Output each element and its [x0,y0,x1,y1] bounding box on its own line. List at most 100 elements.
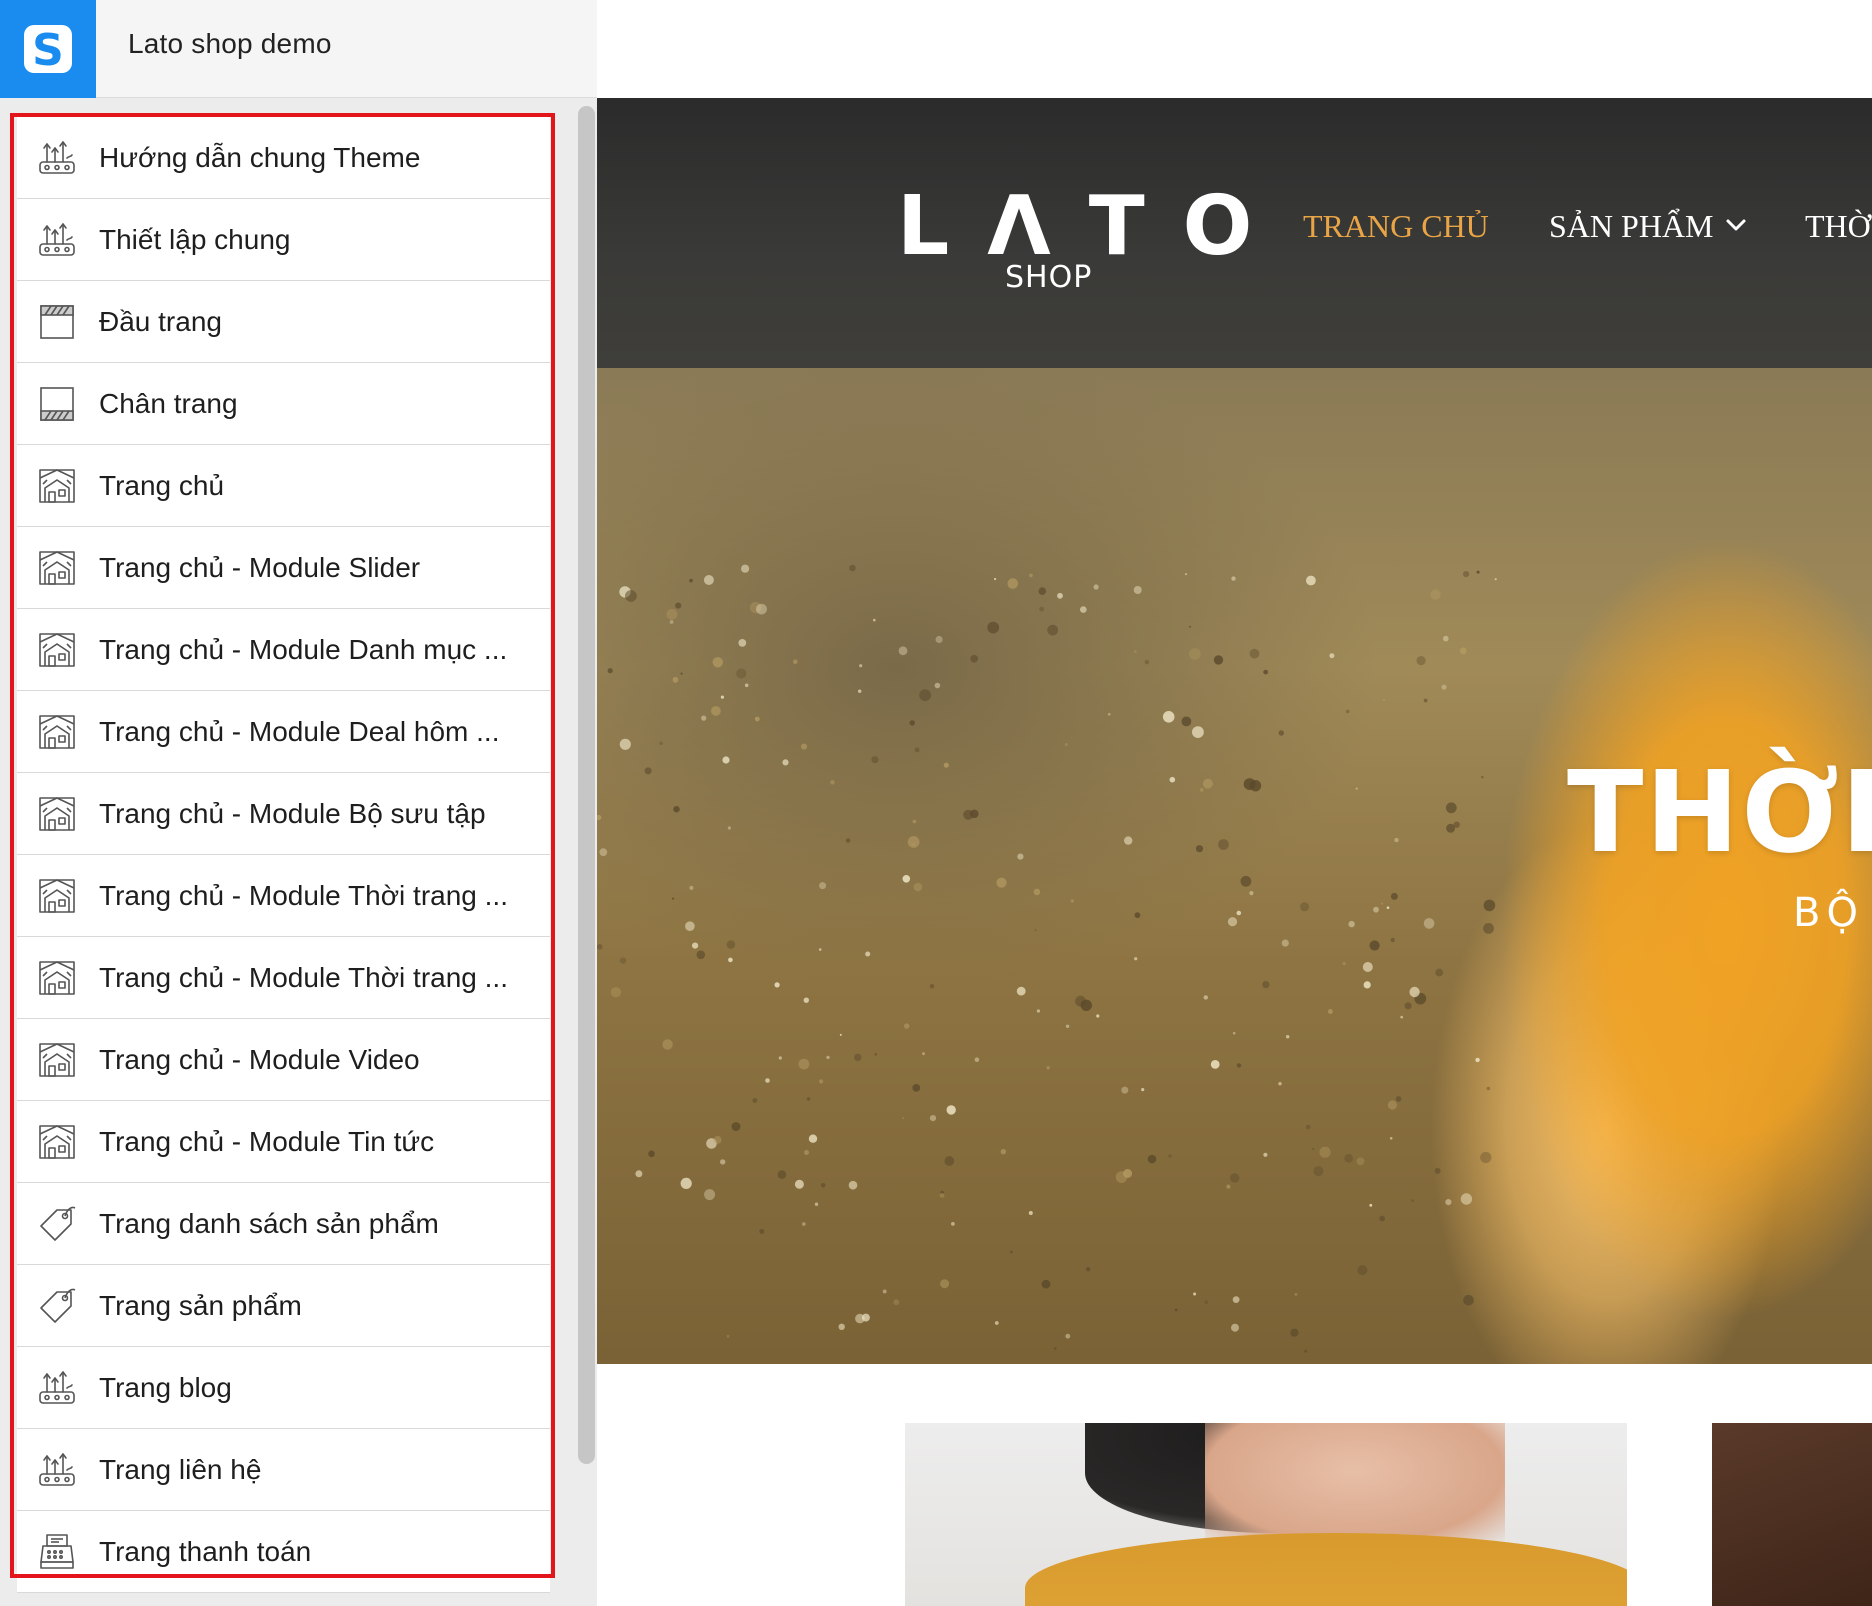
tag-icon [37,1286,77,1326]
sidebar-item-label: Hướng dẫn chung Theme [99,142,421,173]
hero-texture-dot [1029,573,1033,578]
hero-texture-dot [1189,648,1201,660]
hero-texture-dot [1300,902,1310,912]
hero-texture-dot [849,564,856,572]
hero-texture-dot [1369,1203,1373,1207]
sidebar-item[interactable]: Trang blog [17,1347,550,1429]
hero-texture-dot [1203,995,1208,1000]
hero-texture-dot [1379,1215,1386,1222]
sidebar-item[interactable]: Trang sản phẩm [17,1265,550,1347]
hero-texture-dot [1394,837,1399,843]
hero-texture-dot [1192,726,1204,738]
hero-texture-dot [704,1189,716,1201]
hero-texture-dot [1363,981,1371,989]
hero-texture-dot [696,950,706,960]
sidebar-item[interactable]: Trang chủ - Module Deal hôm ... [17,691,550,773]
homepage-icon [37,466,77,506]
hero-texture-dot [1124,836,1133,845]
storefront-preview: LΛTO SHOP TRANG CHỦ SẢN PHẨM THỜ THỜI BỘ [597,0,1872,1606]
hero-texture-dot [1080,606,1087,613]
hero-texture-dot [1249,891,1254,896]
sidebar-item[interactable]: Hướng dẫn chung Theme [17,117,550,199]
hero-texture-dot [1416,656,1426,666]
hero-texture-dot [909,720,915,726]
hero-texture-dot [1054,1347,1057,1350]
sidebar-item[interactable]: Trang chủ - Module Video [17,1019,550,1101]
sidebar-item[interactable]: Trang chủ - Module Danh mục ... [17,609,550,691]
hero-texture-dot [1231,1323,1239,1332]
nav-link-products[interactable]: SẢN PHẨM [1549,208,1713,245]
hero-texture-dot [1263,669,1269,675]
hero-texture-dot [1345,709,1350,714]
hero-texture-dot [1016,986,1026,996]
hero-texture-dot [794,1179,804,1189]
hero-texture-dot [803,997,809,1003]
hero-texture-dot [1121,1086,1129,1094]
hero-texture-dot [728,957,733,963]
hero-texture-dot [1249,648,1260,659]
hero-texture-dot [1202,778,1213,789]
hero-texture-dot [1344,1153,1354,1163]
tag-icon [37,1204,77,1244]
hero-texture-dot [1356,1157,1365,1166]
hero-texture-dot [1133,586,1142,594]
app-logo[interactable]: S [0,0,96,98]
hero-texture-dot [1486,1086,1491,1091]
hero-texture-dot [839,1033,842,1036]
sidebar-item[interactable]: Trang chủ - Module Thời trang ... [17,937,550,1019]
hero-texture-dot [1313,1166,1324,1177]
chevron-down-icon[interactable] [1725,214,1747,236]
hero-texture-dot [720,695,724,699]
hero-texture-dot [1312,1147,1315,1151]
sidebar-item[interactable]: Trang danh sách sản phẩm [17,1183,550,1265]
sidebar-item[interactable]: Trang chủ - Module Thời trang ... [17,855,550,937]
collection-card-image[interactable] [905,1423,1627,1606]
hero-texture-dot [859,664,863,668]
hero-texture-dot [722,756,730,764]
hero-texture-dot [1169,776,1176,783]
hero-texture-dot [1086,1267,1091,1272]
hero-texture-dot [1230,1173,1240,1183]
sidebar-item[interactable]: Thiết lập chung [17,199,550,281]
sidebar-item-label: Trang sản phẩm [99,1290,302,1321]
sidebar-item[interactable]: Trang liên hệ [17,1429,550,1511]
nav-link-fashion[interactable]: THỜ [1805,208,1871,245]
hero-texture-dot [777,1170,787,1179]
nav-link-home[interactable]: TRANG CHỦ [1303,208,1489,245]
collection-card-image-2[interactable] [1712,1423,1872,1606]
hero-texture-dot [1306,575,1316,586]
hero-texture-dot [974,1057,980,1062]
hero-texture-dot [1123,1169,1133,1178]
hero-texture-dot [1319,1146,1331,1158]
hero-banner[interactable]: THỜI BỘ [597,368,1872,1364]
hero-texture-dot [1395,1096,1402,1102]
sidebar-item-label: Trang danh sách sản phẩm [99,1208,439,1239]
homepage-icon [37,794,77,834]
sidebar-item[interactable]: Trang thanh toán [17,1511,550,1593]
sidebar-item[interactable]: Chân trang [17,363,550,445]
sidebar-item[interactable]: Trang chủ - Module Slider [17,527,550,609]
hero-texture-dot [644,767,652,775]
hero-texture-dot [754,716,760,722]
hero-texture-dot [669,620,674,624]
site-logo-text[interactable]: LΛTO [897,186,1290,268]
hero-texture-dot [1404,1002,1412,1010]
sidebar-item[interactable]: Đầu trang [17,281,550,363]
hero-texture-dot [666,608,678,620]
sidebar-item[interactable]: Trang chủ - Module Bộ sưu tập [17,773,550,855]
hero-texture-dot [874,1053,878,1056]
sidebar-scrollbar-thumb[interactable] [578,106,595,1464]
svg-text:S: S [32,25,64,75]
hero-texture-dot [1070,899,1074,903]
hero-texture-dot [935,635,943,644]
hero-texture-dot [1390,892,1398,900]
hero-texture-dot [1278,1082,1282,1086]
hero-texture-dot [1034,929,1037,932]
settings-sliders-icon [37,1450,77,1490]
hero-texture-dot [744,683,749,688]
hero-texture-dot [882,1289,887,1294]
sidebar-item[interactable]: Trang chủ - Module Tin tức [17,1101,550,1183]
hero-texture-dot [726,940,736,949]
sidebar-item[interactable]: Trang chủ [17,445,550,527]
hero-title: THỜI [1567,748,1872,878]
